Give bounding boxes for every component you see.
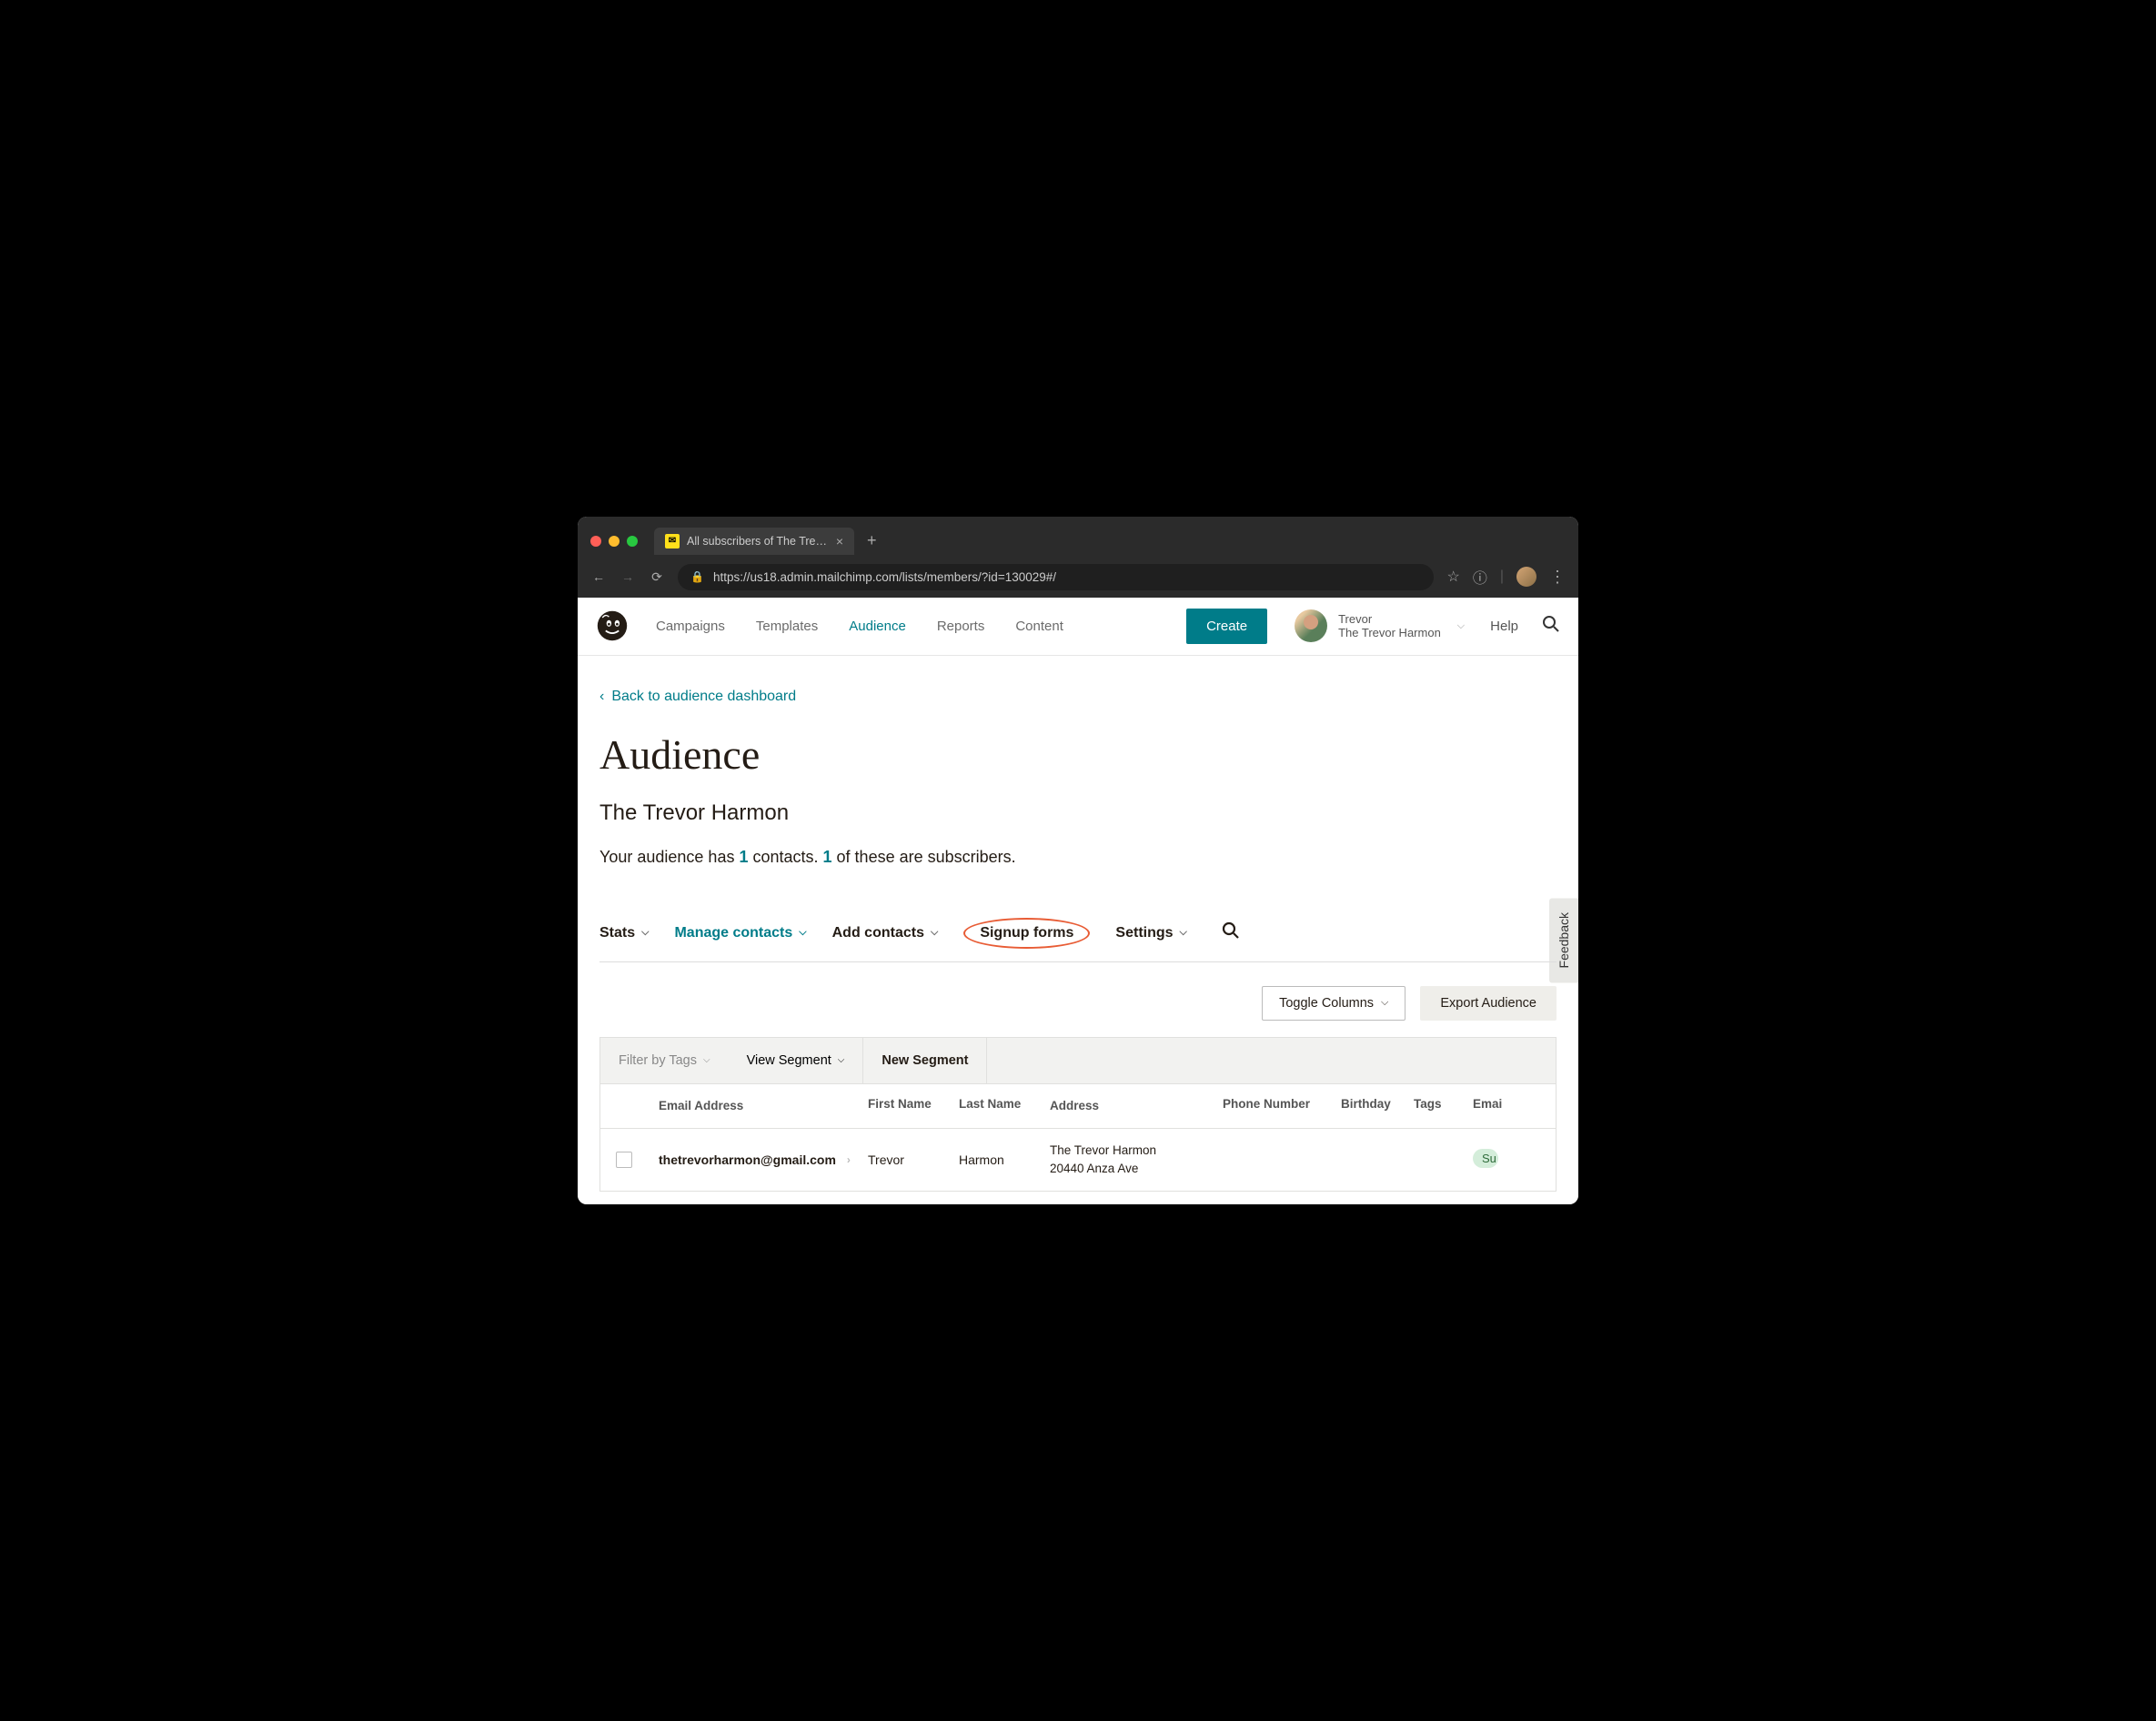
tab-title: All subscribers of The Trevor H — [687, 535, 829, 548]
chevron-down-icon: ⌵ — [838, 1055, 845, 1065]
contacts-table: Email Address First Name Last Name Addre… — [599, 1083, 1557, 1193]
chevron-down-icon: ⌵ — [703, 1055, 710, 1065]
back-link[interactable]: ‹ Back to audience dashboard — [599, 689, 1557, 705]
browser-tab[interactable]: ✉ All subscribers of The Trevor H × — [654, 528, 854, 555]
tab-signup-forms[interactable]: Signup forms — [963, 918, 1090, 949]
row-checkbox[interactable] — [616, 1152, 632, 1168]
header-email[interactable]: Email Address — [648, 1084, 857, 1128]
export-audience-button[interactable]: Export Audience — [1420, 986, 1557, 1021]
star-icon[interactable]: ☆ — [1446, 568, 1459, 586]
mailchimp-logo[interactable] — [596, 609, 629, 642]
cell-fname: Trevor — [857, 1140, 948, 1180]
url-actions: ☆ ⓘ | ⋮ — [1446, 566, 1566, 588]
url-field[interactable]: 🔒 https://us18.admin.mailchimp.com/lists… — [678, 564, 1434, 590]
user-menu[interactable]: Trevor The Trevor Harmon ⌵ — [1295, 609, 1465, 642]
nav-audience[interactable]: Audience — [849, 619, 906, 634]
header-email-marketing[interactable]: Emai — [1462, 1084, 1516, 1128]
table-row[interactable]: thetrevorharmon@gmail.com › Trevor Harmo… — [600, 1129, 1556, 1192]
header-tags[interactable]: Tags — [1403, 1084, 1462, 1128]
url-bar: ← → ⟳ 🔒 https://us18.admin.mailchimp.com… — [578, 557, 1578, 598]
main-nav: Campaigns Templates Audience Reports Con… — [656, 619, 1186, 634]
nav-campaigns[interactable]: Campaigns — [656, 619, 725, 634]
search-icon[interactable] — [1542, 615, 1560, 638]
toggle-columns-button[interactable]: Toggle Columns ⌵ — [1262, 986, 1405, 1021]
app-content: Campaigns Templates Audience Reports Con… — [578, 598, 1578, 1205]
cell-address: The Trevor Harmon 20440 Anza Ave — [1039, 1129, 1212, 1192]
status-badge: Su — [1473, 1149, 1498, 1168]
cell-status: Su — [1462, 1136, 1516, 1183]
lock-icon: 🔒 — [690, 570, 704, 583]
tab-bar: ✉ All subscribers of The Trevor H × + — [578, 517, 1578, 557]
chevron-left-icon: ‹ — [599, 689, 604, 705]
cell-tags — [1403, 1147, 1462, 1172]
table-header: Email Address First Name Last Name Addre… — [600, 1084, 1556, 1129]
chevron-down-icon: ⌵ — [641, 927, 649, 939]
filter-bar: Filter by Tags ⌵ View Segment ⌵ New Segm… — [599, 1037, 1557, 1083]
user-avatar — [1295, 609, 1327, 642]
new-tab-button[interactable]: + — [867, 531, 877, 550]
page-title: Audience — [599, 730, 1557, 779]
cell-lname: Harmon — [948, 1140, 1039, 1180]
header-phone[interactable]: Phone Number — [1212, 1084, 1330, 1128]
app-header: Campaigns Templates Audience Reports Con… — [578, 598, 1578, 656]
reload-icon[interactable]: ⟳ — [649, 569, 665, 585]
tab-add-contacts[interactable]: Add contacts ⌵ — [832, 925, 939, 941]
forward-icon[interactable]: → — [620, 569, 636, 584]
cell-phone — [1212, 1147, 1330, 1172]
favicon-icon: ✉ — [665, 534, 680, 549]
header-checkbox — [600, 1084, 648, 1128]
nav-templates[interactable]: Templates — [756, 619, 818, 634]
chevron-right-icon: › — [847, 1153, 851, 1166]
page-content: ‹ Back to audience dashboard Audience Th… — [578, 656, 1578, 1205]
info-icon[interactable]: ⓘ — [1473, 566, 1487, 588]
profile-avatar-icon[interactable] — [1516, 567, 1536, 587]
create-button[interactable]: Create — [1186, 609, 1267, 644]
chevron-down-icon: ⌵ — [1381, 997, 1388, 1009]
cell-email[interactable]: thetrevorharmon@gmail.com › — [648, 1140, 857, 1180]
nav-reports[interactable]: Reports — [937, 619, 985, 634]
chevron-down-icon: ⌵ — [1457, 620, 1465, 632]
row-checkbox-cell — [600, 1139, 648, 1181]
close-window-button[interactable] — [590, 536, 601, 547]
maximize-window-button[interactable] — [627, 536, 638, 547]
browser-window: ✉ All subscribers of The Trevor H × + ← … — [578, 517, 1578, 1205]
help-link[interactable]: Help — [1490, 619, 1518, 634]
back-icon[interactable]: ← — [590, 569, 607, 584]
chevron-down-icon: ⌵ — [931, 927, 938, 939]
contact-count: 1 — [739, 848, 748, 866]
subscriber-count: 1 — [823, 848, 832, 866]
window-controls — [590, 536, 638, 547]
chevron-down-icon: ⌵ — [799, 927, 806, 939]
user-org: The Trevor Harmon — [1338, 626, 1441, 639]
table-actions: Toggle Columns ⌵ Export Audience — [599, 962, 1557, 1037]
audience-tabs: Stats ⌵ Manage contacts ⌵ Add contacts ⌵… — [599, 918, 1557, 962]
new-segment-button[interactable]: New Segment — [862, 1038, 987, 1083]
cell-birthday — [1330, 1147, 1403, 1172]
back-link-text: Back to audience dashboard — [611, 689, 796, 705]
search-icon[interactable] — [1222, 921, 1240, 944]
tab-manage-contacts[interactable]: Manage contacts ⌵ — [674, 925, 806, 941]
tab-stats[interactable]: Stats ⌵ — [599, 925, 649, 941]
chevron-down-icon: ⌵ — [1180, 927, 1187, 939]
audience-summary: Your audience has 1 contacts. 1 of these… — [599, 848, 1557, 867]
user-name: Trevor — [1338, 612, 1441, 626]
browser-chrome: ✉ All subscribers of The Trevor H × + ← … — [578, 517, 1578, 598]
url-text: https://us18.admin.mailchimp.com/lists/m… — [713, 570, 1056, 584]
header-address[interactable]: Address — [1039, 1084, 1212, 1128]
audience-name: The Trevor Harmon — [599, 800, 1557, 826]
minimize-window-button[interactable] — [609, 536, 620, 547]
close-tab-icon[interactable]: × — [836, 534, 843, 549]
header-birthday[interactable]: Birthday — [1330, 1084, 1403, 1128]
view-segment[interactable]: View Segment ⌵ — [729, 1038, 863, 1083]
filter-by-tags[interactable]: Filter by Tags ⌵ — [600, 1038, 729, 1083]
header-fname[interactable]: First Name — [857, 1084, 948, 1128]
browser-menu-icon[interactable]: ⋮ — [1549, 568, 1566, 587]
header-lname[interactable]: Last Name — [948, 1084, 1039, 1128]
nav-content[interactable]: Content — [1015, 619, 1063, 634]
tab-settings[interactable]: Settings ⌵ — [1115, 925, 1186, 941]
user-text: Trevor The Trevor Harmon — [1338, 612, 1441, 639]
